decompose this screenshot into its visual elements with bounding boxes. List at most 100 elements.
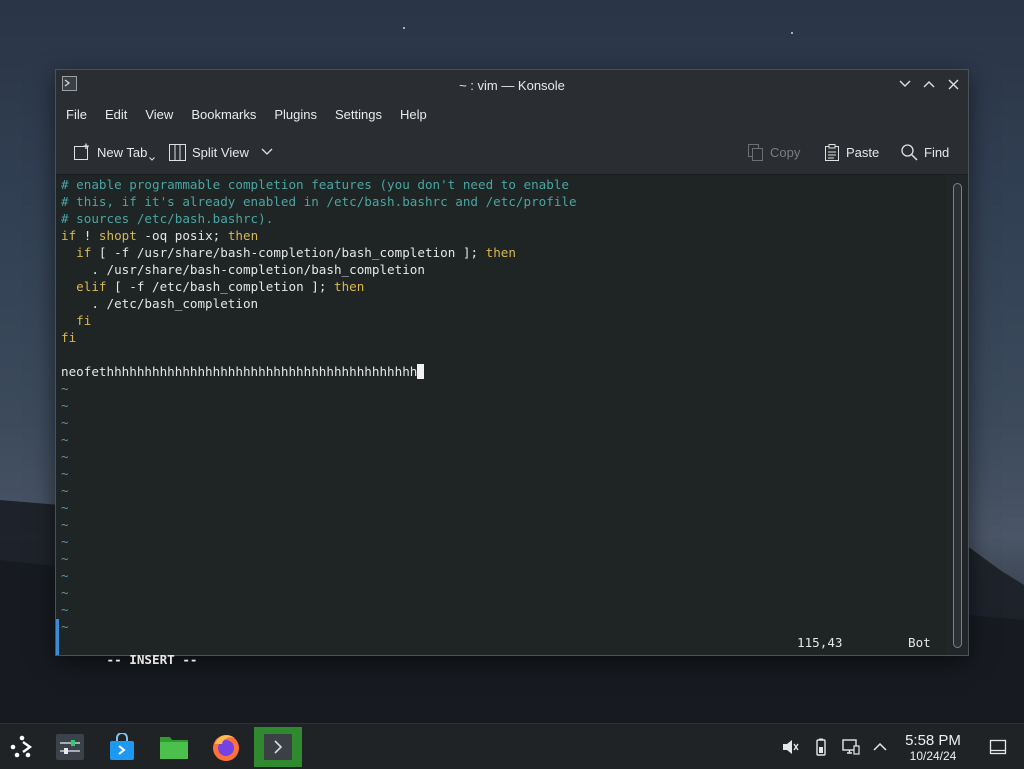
paste-button[interactable]: Paste [824, 140, 879, 164]
code-line: . /usr/share/bash-completion/bash_comple… [61, 262, 425, 277]
code-line: if [ -f /usr/share/bash-completion/bash_… [61, 244, 516, 261]
clock-time: 5:58 PM [905, 732, 961, 749]
close-button[interactable] [946, 77, 960, 91]
code-line: # enable programmable completion feature… [61, 177, 569, 192]
typed-text: neofethhhhhhhhhhhhhhhhhhhhhhhhhhhhhhhhhh… [61, 364, 418, 379]
battery-icon[interactable] [812, 738, 830, 756]
chevron-down-icon [899, 80, 911, 87]
settings-sliders-icon [56, 734, 84, 760]
window-title: ~ : vim — Konsole [459, 78, 565, 93]
menu-bookmarks[interactable]: Bookmarks [182, 103, 265, 127]
paste-icon [825, 143, 839, 161]
title-bar: ~ : vim — Konsole [56, 70, 968, 100]
split-view-icon [169, 143, 186, 161]
code-text: -oq posix; [136, 228, 228, 243]
folder-icon [160, 737, 188, 759]
dolphin-task[interactable] [152, 727, 196, 767]
copy-icon [748, 143, 763, 161]
empty-line-tilde: ~ [61, 415, 69, 430]
terminal-view[interactable]: # enable programmable completion feature… [56, 175, 947, 667]
code-text: [ -f /etc/bash_completion ]; [106, 279, 334, 294]
code-text: ! [76, 228, 99, 243]
chevron-up-icon [923, 81, 935, 88]
keyword: if [76, 245, 92, 260]
text-cursor [417, 364, 425, 379]
launcher-icon [10, 735, 33, 758]
discover-task[interactable] [100, 727, 144, 767]
cursor-position: 115,43 [797, 635, 843, 650]
split-view-button[interactable]: Split View [169, 140, 273, 164]
code-line: if ! shopt -oq posix; then [61, 227, 258, 244]
code-line: fi [61, 330, 77, 345]
clock-date: 10/24/24 [909, 749, 957, 763]
empty-line-tilde: ~ [61, 517, 69, 532]
scrollbar[interactable] [947, 175, 968, 655]
menu-bar: File Edit View Bookmarks Plugins Setting… [56, 100, 968, 130]
focus-marker [56, 619, 59, 655]
vim-status-line: -- INSERT -- 115,43 Bot [61, 634, 947, 667]
copy-button[interactable]: Copy [748, 140, 800, 164]
terminal-icon [264, 734, 292, 760]
show-desktop-icon[interactable] [989, 738, 1007, 756]
minimize-button[interactable] [898, 77, 912, 91]
empty-line-tilde: ~ [61, 466, 69, 481]
empty-line-tilde: ~ [61, 449, 69, 464]
code-line: # this, if it's already enabled in /etc/… [61, 194, 577, 209]
keyword: if [61, 228, 77, 243]
konsole-task[interactable] [254, 727, 302, 767]
close-icon [948, 79, 958, 89]
firefox-task[interactable] [204, 727, 248, 767]
empty-line-tilde: ~ [61, 551, 69, 566]
network-wired-icon[interactable] [842, 738, 860, 756]
empty-line-tilde: ~ [61, 619, 69, 634]
keyword: then [485, 245, 516, 260]
empty-line-tilde: ~ [61, 432, 69, 447]
scroll-position: Bot [908, 635, 931, 650]
code-line: elif [ -f /etc/bash_completion ]; then [61, 278, 364, 295]
menu-edit[interactable]: Edit [96, 103, 136, 127]
maximize-button[interactable] [922, 77, 936, 91]
chevron-down-icon [261, 148, 273, 155]
toolbar: New Tab Split View Copy Paste Find [56, 130, 968, 175]
empty-line-tilde: ~ [61, 398, 69, 413]
application-launcher[interactable] [0, 727, 44, 767]
chevron-down-icon [149, 157, 156, 161]
new-tab-button[interactable]: New Tab [73, 140, 156, 164]
keyword: then [333, 279, 365, 294]
empty-line-tilde: ~ [61, 534, 69, 549]
chevron-up-icon[interactable] [871, 738, 889, 756]
taskbar: 5:58 PM 10/24/24 [0, 723, 1024, 769]
menu-settings[interactable]: Settings [326, 103, 391, 127]
code-text: [ -f /usr/share/bash-completion/bash_com… [91, 245, 486, 260]
keyword: then [227, 228, 259, 243]
mode-indicator: -- INSERT -- [106, 652, 198, 667]
volume-muted-icon[interactable] [781, 738, 799, 756]
code-line: fi [61, 313, 92, 328]
empty-line-tilde: ~ [61, 602, 69, 617]
digital-clock[interactable]: 5:58 PM 10/24/24 [896, 732, 970, 763]
keyword: elif [76, 279, 107, 294]
system-settings-task[interactable] [48, 727, 92, 767]
empty-line-tilde: ~ [61, 568, 69, 583]
empty-line-tilde: ~ [61, 381, 69, 396]
split-view-label: Split View [192, 144, 249, 160]
menu-plugins[interactable]: Plugins [265, 103, 326, 127]
konsole-window: ~ : vim — Konsole File Edit View Bookmar… [55, 69, 969, 667]
new-tab-icon [74, 143, 89, 160]
firefox-icon [213, 735, 239, 761]
shopping-bag-icon [110, 733, 134, 760]
menu-file[interactable]: File [57, 103, 96, 127]
menu-view[interactable]: View [136, 103, 182, 127]
menu-help[interactable]: Help [391, 103, 436, 127]
scrollbar-thumb[interactable] [953, 183, 962, 648]
find-label: Find [924, 144, 950, 160]
empty-line-tilde: ~ [61, 483, 69, 498]
search-icon [901, 143, 918, 161]
code-line: # sources /etc/bash.bashrc). [61, 211, 274, 226]
new-tab-label: New Tab [97, 144, 148, 160]
paste-label: Paste [846, 144, 880, 160]
find-button[interactable]: Find [901, 140, 949, 164]
keyword: shopt [98, 228, 137, 243]
empty-line-tilde: ~ [61, 585, 69, 600]
